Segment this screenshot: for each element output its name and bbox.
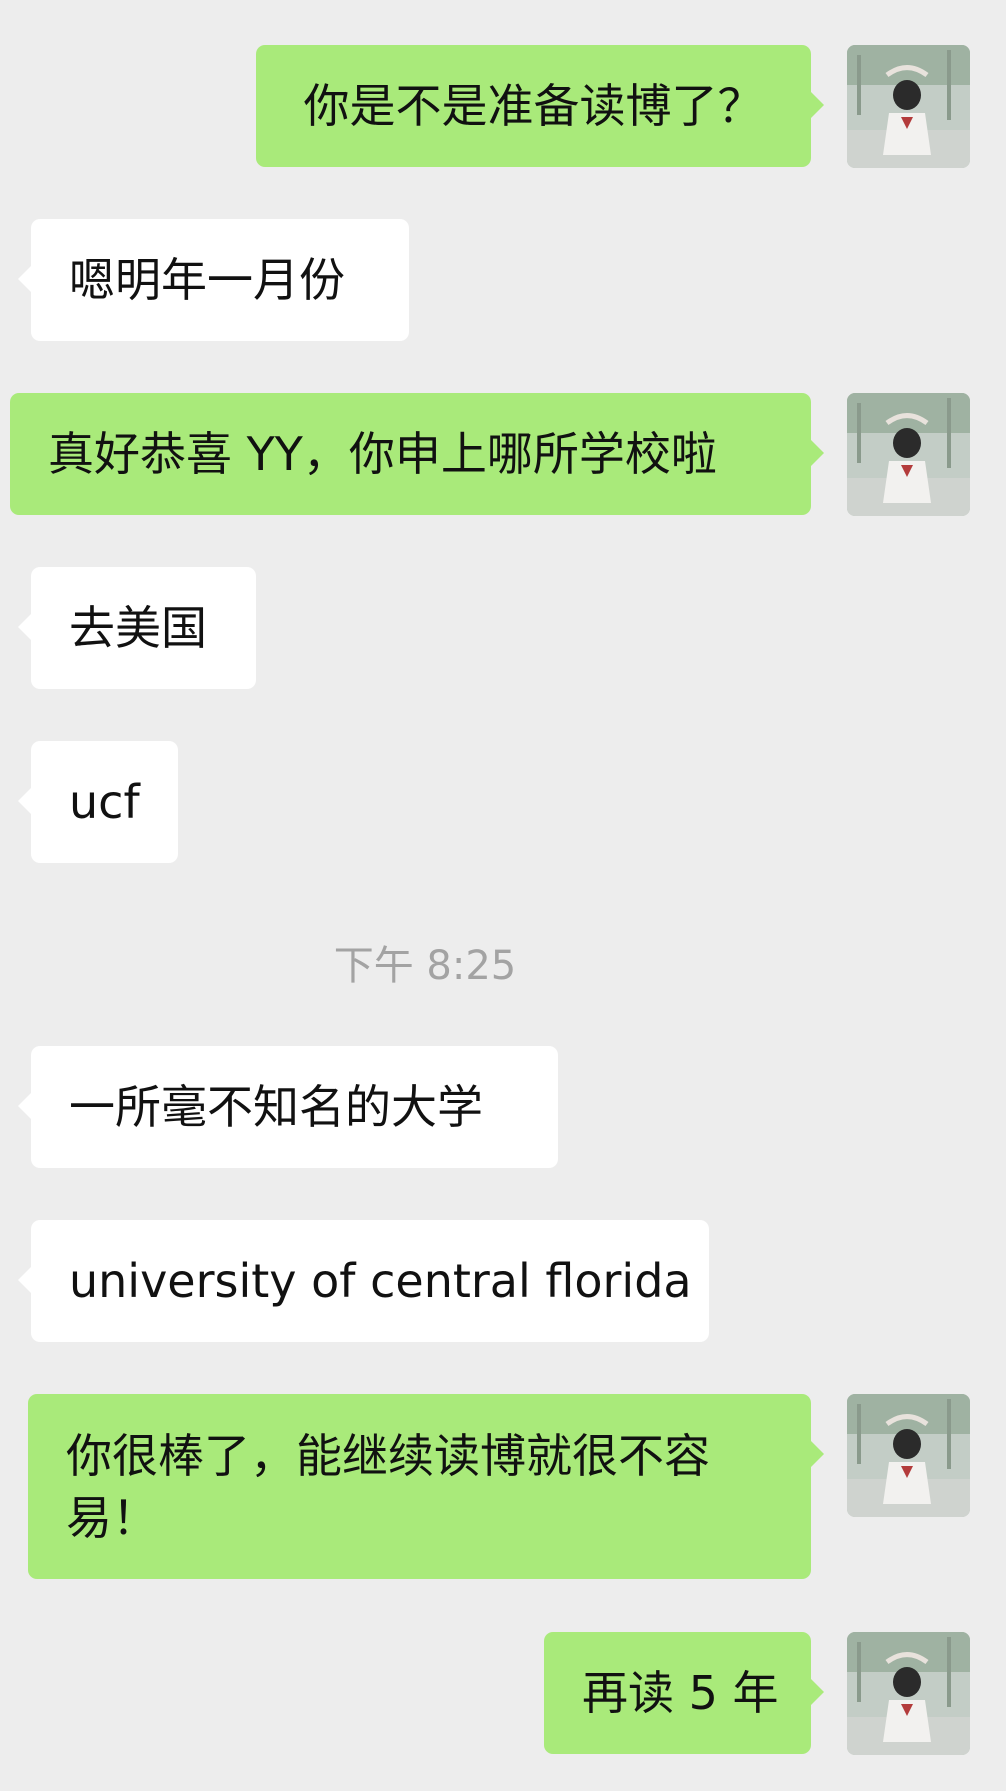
message-bubble-received[interactable]: 一所毫不知名的大学 (18, 1046, 558, 1168)
message-bubble-sent[interactable]: 你是不是准备读博了？ (256, 45, 824, 167)
avatar[interactable] (847, 1632, 970, 1755)
message-text: 再读 5 年 (582, 1666, 779, 1720)
avatar-photo-icon (847, 1632, 970, 1755)
message-bubble-sent[interactable]: 真好恭喜 YY，你申上哪所学校啦 (10, 393, 824, 515)
avatar-photo-icon (847, 393, 970, 516)
message-text: 嗯明年一月份 (69, 253, 345, 307)
message-bubble-sent[interactable]: 再读 5 年 (544, 1632, 824, 1754)
avatar[interactable] (847, 45, 970, 168)
message-bubble-received[interactable]: ucf (18, 741, 178, 863)
message-text: ucf (69, 775, 140, 829)
avatar-photo-icon (847, 45, 970, 168)
message-bubble-received[interactable]: university of central florida (18, 1220, 709, 1342)
message-text: 真好恭喜 YY，你申上哪所学校啦 (48, 427, 717, 481)
message-bubble-received[interactable]: 嗯明年一月份 (18, 219, 409, 341)
avatar[interactable] (847, 393, 970, 516)
message-text: 你是不是准备读博了？ (303, 79, 764, 133)
message-text: 你很棒了，能继续读博就很不容易！ (66, 1428, 710, 1545)
avatar-photo-icon (847, 1394, 970, 1517)
message-text: university of central florida (69, 1254, 692, 1308)
message-text: 一所毫不知名的大学 (69, 1080, 483, 1134)
message-text: 去美国 (69, 601, 207, 655)
chat-view: 你是不是准备读博了？ 嗯明年一月份 真好恭喜 YY，你申上哪所学校啦 去美国 u… (0, 0, 1006, 1791)
timestamp: 下午 8:25 (333, 943, 517, 989)
message-bubble-received[interactable]: 去美国 (18, 567, 256, 689)
message-bubble-sent[interactable]: 你很棒了，能继续读博就很不容易！ (28, 1394, 824, 1579)
avatar[interactable] (847, 1394, 970, 1517)
